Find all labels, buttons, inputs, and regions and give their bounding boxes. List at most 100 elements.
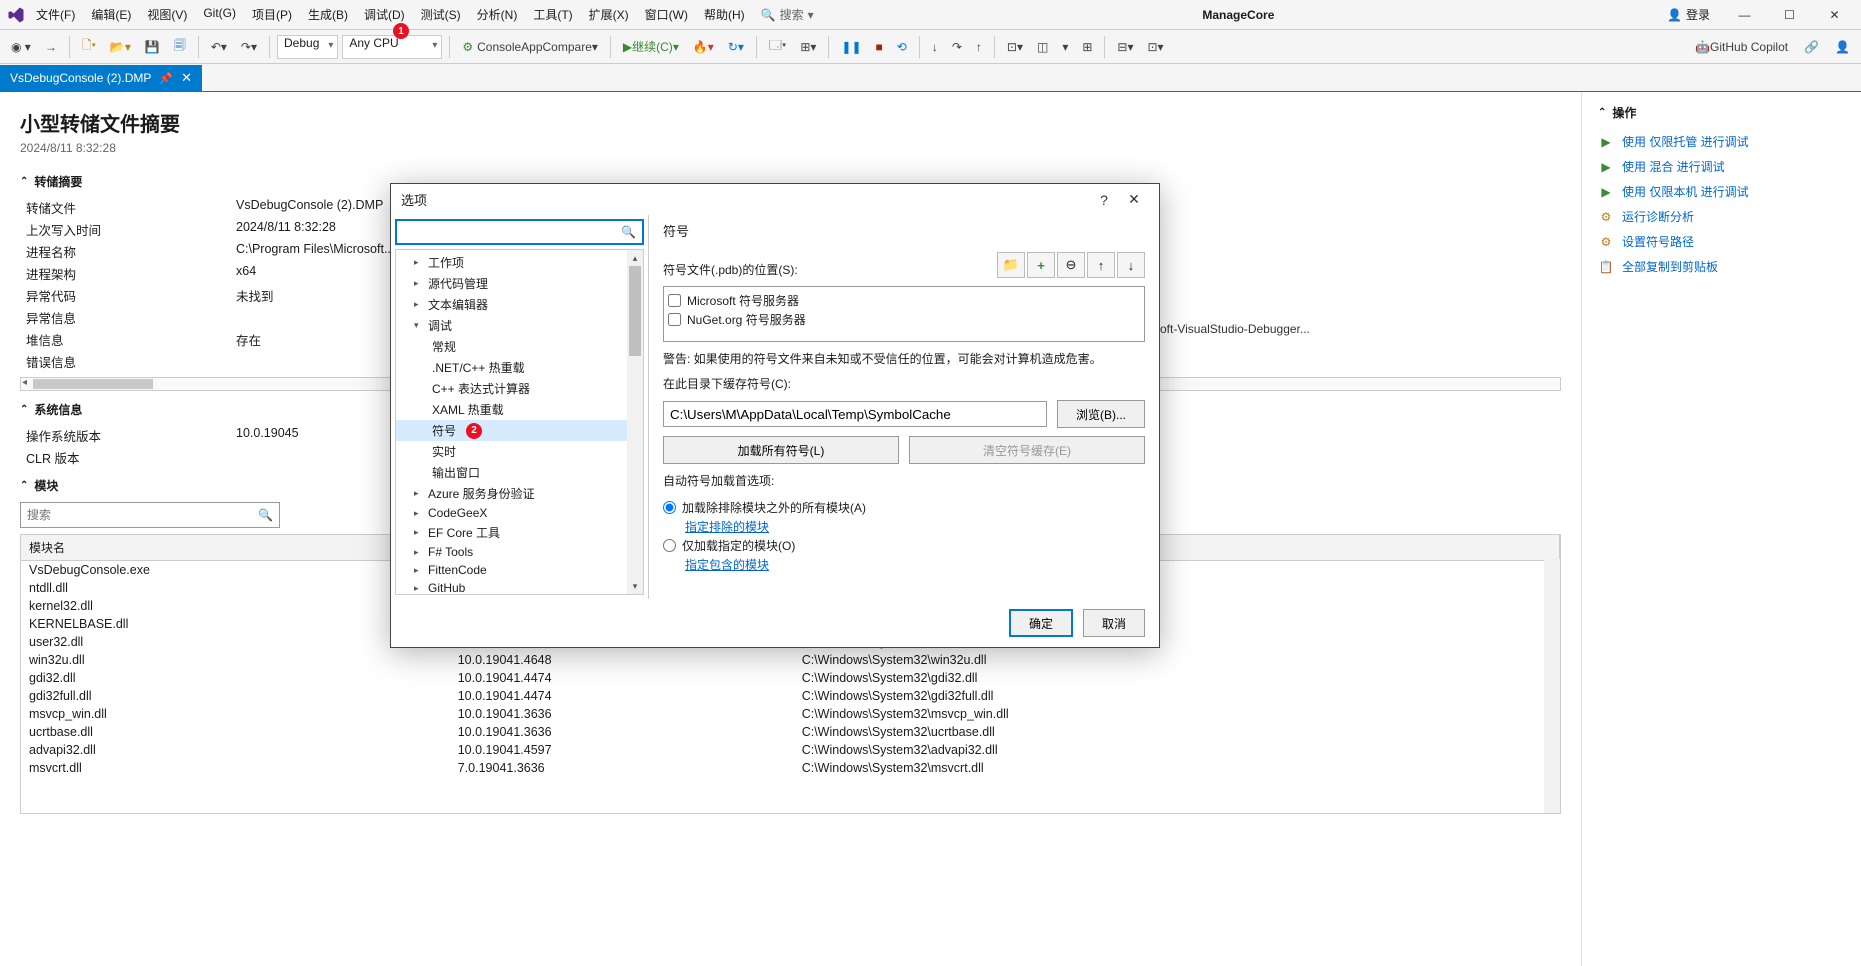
- login-button[interactable]: 👤 登录: [1655, 6, 1722, 23]
- platform-combo[interactable]: Any CPU: [342, 35, 442, 59]
- clear-cache-button[interactable]: 清空符号缓存(E): [909, 436, 1145, 464]
- menu-project[interactable]: 项目(P): [244, 2, 300, 27]
- tree-node[interactable]: .NET/C++ 热重载: [396, 357, 643, 378]
- nav-back-button[interactable]: ◉ ▾: [6, 37, 36, 57]
- options-search[interactable]: 🔍: [395, 219, 644, 245]
- move-down-button[interactable]: ↓: [1117, 252, 1145, 278]
- account-button[interactable]: 👤: [1830, 37, 1855, 57]
- step-out-button[interactable]: ↑: [971, 37, 987, 57]
- action-link[interactable]: ▶使用 混合 进行调试: [1598, 154, 1845, 179]
- tree-node[interactable]: C++ 表达式计算器: [396, 378, 643, 399]
- tree-node[interactable]: ▸FittenCode: [396, 561, 643, 579]
- remove-button[interactable]: ⊖: [1057, 252, 1085, 278]
- table-row[interactable]: gdi32.dll10.0.19041.4474C:\Windows\Syste…: [21, 669, 1560, 687]
- table-row[interactable]: msvcp_win.dll10.0.19041.3636C:\Windows\S…: [21, 705, 1560, 723]
- tree-scrollbar[interactable]: ▴▾: [627, 250, 643, 594]
- action-link[interactable]: ▶使用 仅限本机 进行调试: [1598, 179, 1845, 204]
- browse-button[interactable]: 浏览(B)...: [1057, 400, 1145, 428]
- close-button[interactable]: ✕: [1812, 0, 1857, 30]
- configuration-combo[interactable]: Debug: [277, 35, 338, 59]
- tree-node[interactable]: ▾调试: [396, 315, 643, 336]
- new-folder-button[interactable]: 📁: [997, 252, 1025, 278]
- move-up-button[interactable]: ↑: [1087, 252, 1115, 278]
- menu-view[interactable]: 视图(V): [139, 2, 195, 27]
- tree-node[interactable]: ▸GitHub: [396, 579, 643, 595]
- options-tree[interactable]: ▸工作项▸源代码管理▸文本编辑器▾调试常规.NET/C++ 热重载C++ 表达式…: [395, 249, 644, 595]
- new-project-button[interactable]: 🗋▾: [77, 33, 101, 60]
- continue-button[interactable]: ▶ 继续(C) ▾: [618, 35, 684, 58]
- ok-button[interactable]: 确定: [1009, 609, 1073, 637]
- table-row[interactable]: gdi32full.dll10.0.19041.4474C:\Windows\S…: [21, 687, 1560, 705]
- action-link[interactable]: ▶使用 仅限托管 进行调试: [1598, 129, 1845, 154]
- column-header[interactable]: 模块名: [21, 535, 450, 561]
- action-link[interactable]: ⚙运行诊断分析: [1598, 204, 1845, 229]
- startup-combo[interactable]: ⚙ ConsoleAppCompare ▾: [457, 37, 603, 57]
- misc-button-3[interactable]: ▾: [1057, 37, 1073, 57]
- save-all-button[interactable]: 🗐: [169, 33, 191, 60]
- tree-node[interactable]: ▸EF Core 工具: [396, 522, 643, 543]
- copilot-button[interactable]: 🤖 GitHub Copilot: [1690, 37, 1793, 57]
- tree-node[interactable]: 输出窗口: [396, 462, 643, 483]
- menu-help[interactable]: 帮助(H): [696, 2, 753, 27]
- tree-node[interactable]: 实时: [396, 441, 643, 462]
- link-exclude-modules[interactable]: 指定排除的模块: [685, 518, 1145, 535]
- restart-button[interactable]: ↻▾: [723, 37, 749, 57]
- modules-search[interactable]: 🔍: [20, 502, 280, 528]
- server-nuget[interactable]: NuGet.org 符号服务器: [668, 310, 1140, 329]
- tree-node[interactable]: ▸文本编辑器: [396, 294, 643, 315]
- tree-node[interactable]: XAML 热重载: [396, 399, 643, 420]
- menu-file[interactable]: 文件(F): [28, 2, 83, 27]
- misc-button-6[interactable]: ⊡▾: [1143, 37, 1169, 57]
- table-row[interactable]: ucrtbase.dll10.0.19041.3636C:\Windows\Sy…: [21, 723, 1560, 741]
- cache-path-input[interactable]: [663, 401, 1047, 427]
- tree-node[interactable]: ▸源代码管理: [396, 273, 643, 294]
- tab-close-icon[interactable]: ✕: [181, 70, 192, 86]
- browser-button[interactable]: 🗔▾: [764, 33, 791, 60]
- section-actions[interactable]: ⌃操作: [1598, 104, 1845, 121]
- share-button[interactable]: 🔗: [1799, 37, 1824, 57]
- step-into-button[interactable]: ↓: [927, 37, 943, 57]
- link-include-modules[interactable]: 指定包含的模块: [685, 556, 1145, 573]
- menu-edit[interactable]: 编辑(E): [83, 2, 139, 27]
- misc-button-1[interactable]: ⊡▾: [1002, 37, 1028, 57]
- add-button[interactable]: +: [1027, 252, 1055, 278]
- tree-node[interactable]: ▸Azure 服务身份验证: [396, 483, 643, 504]
- editor-tab[interactable]: VsDebugConsole (2).DMP 📌 ✕: [0, 65, 202, 91]
- menu-tools[interactable]: 工具(T): [525, 2, 580, 27]
- table-row[interactable]: win32u.dll10.0.19041.4648C:\Windows\Syst…: [21, 651, 1560, 669]
- menu-analyze[interactable]: 分析(N): [469, 2, 526, 27]
- restart-debug-button[interactable]: ⟲: [892, 37, 912, 57]
- tree-node[interactable]: 常规: [396, 336, 643, 357]
- menu-git[interactable]: Git(G): [195, 2, 244, 27]
- menu-build[interactable]: 生成(B): [300, 2, 356, 27]
- pin-icon[interactable]: 📌: [159, 72, 173, 85]
- modules-search-input[interactable]: [21, 508, 252, 522]
- menu-window[interactable]: 窗口(W): [637, 2, 696, 27]
- help-button[interactable]: ?: [1089, 192, 1119, 208]
- maximize-button[interactable]: ☐: [1767, 0, 1812, 30]
- titlebar-search[interactable]: 🔍 搜索 ▾: [753, 6, 822, 23]
- cancel-button[interactable]: 取消: [1083, 609, 1145, 637]
- stop-button[interactable]: ■: [871, 37, 888, 57]
- misc-button-4[interactable]: ⊞: [1077, 37, 1097, 57]
- hot-reload-button[interactable]: 🔥▾: [688, 37, 719, 57]
- undo-button[interactable]: ↶▾: [206, 37, 232, 57]
- menu-extensions[interactable]: 扩展(X): [581, 2, 637, 27]
- load-all-button[interactable]: 加载所有符号(L): [663, 436, 899, 464]
- tree-node[interactable]: ▸工作项: [396, 252, 643, 273]
- table-row[interactable]: advapi32.dll10.0.19041.4597C:\Windows\Sy…: [21, 741, 1560, 759]
- symbol-servers-list[interactable]: Microsoft 符号服务器 NuGet.org 符号服务器: [663, 286, 1145, 342]
- dialog-close-button[interactable]: ✕: [1119, 191, 1149, 208]
- step-over-button[interactable]: ↷: [947, 37, 967, 57]
- redo-button[interactable]: ↷▾: [236, 37, 262, 57]
- radio-load-all[interactable]: 加载除排除模块之外的所有模块(A): [663, 497, 1145, 518]
- tool-button[interactable]: ⊞▾: [795, 37, 821, 57]
- minimize-button[interactable]: —: [1722, 0, 1767, 30]
- options-search-input[interactable]: [397, 221, 615, 243]
- open-button[interactable]: 📂▾: [105, 37, 136, 57]
- menu-test[interactable]: 测试(S): [413, 2, 469, 27]
- action-link[interactable]: ⚙设置符号路径: [1598, 229, 1845, 254]
- tree-node[interactable]: 符号2: [396, 420, 643, 441]
- nav-forward-button[interactable]: →: [40, 37, 62, 57]
- tree-node[interactable]: ▸CodeGeeX: [396, 504, 643, 522]
